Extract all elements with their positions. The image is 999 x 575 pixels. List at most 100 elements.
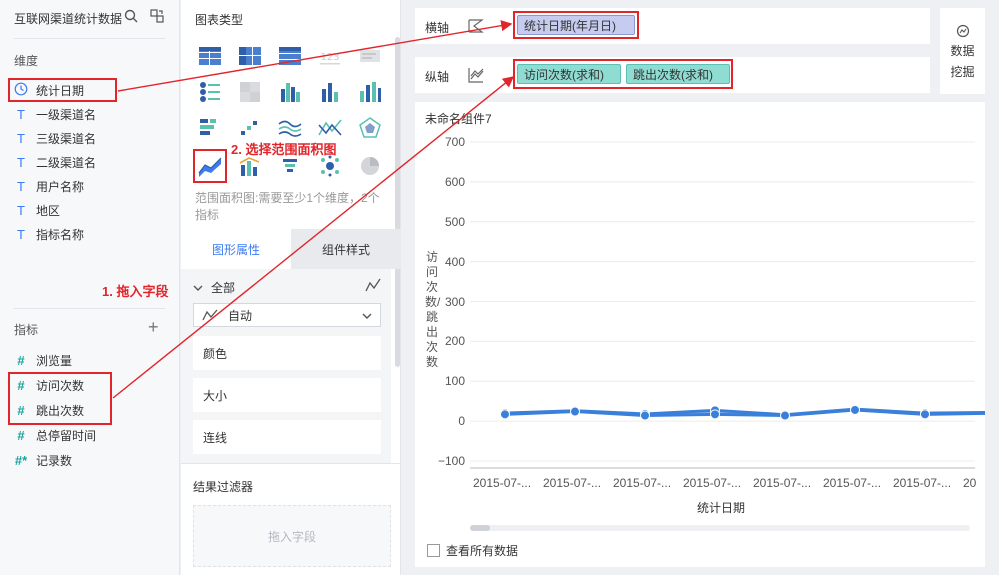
measure-field[interactable]: #* 记录数	[14, 449, 72, 471]
x-axis-sort-icon[interactable]	[467, 17, 485, 38]
data-point	[920, 409, 930, 420]
field-label: 用户名称	[36, 179, 85, 194]
text-card-icon[interactable]	[357, 43, 383, 69]
field-label: 记录数	[36, 453, 73, 468]
line-shape-icon	[202, 309, 218, 321]
x-tick-label: 2015-07-...	[823, 476, 882, 490]
dimension-field[interactable]: T 一级渠道名	[14, 103, 96, 125]
measure-field[interactable]: # 总停留时间	[14, 424, 96, 446]
x-tick-label: 2015-07-...	[753, 476, 812, 490]
x-tick-label: 2015-07-...	[893, 476, 952, 490]
dimension-field[interactable]: T 二级渠道名	[14, 151, 96, 173]
data-point	[780, 410, 790, 421]
table-chart-icon[interactable]	[197, 43, 223, 69]
tab-graphic-properties[interactable]: 图形属性	[181, 229, 291, 269]
radar-icon[interactable]	[357, 115, 383, 141]
y-axis-row: 纵轴 访问次数(求和) 跳出次数(求和)	[415, 57, 930, 93]
x-tick-label: 2015-07-...	[613, 476, 672, 490]
line-property[interactable]: 连线	[193, 420, 381, 454]
line-chart-icon[interactable]	[277, 115, 303, 141]
chart-plot	[470, 141, 985, 469]
text-type-icon: T	[17, 178, 25, 194]
chart-component: 未命名组件7 访问次数/跳出次数 700 600 500 400 300 200 100 0−…	[415, 102, 985, 567]
text-type-icon: T	[17, 202, 25, 218]
graphic-properties-panel: 全部 自动 颜色 大小 连线	[181, 269, 391, 464]
text-type-icon: T	[17, 130, 25, 146]
field-label: 浏览量	[36, 353, 73, 368]
annotation-step-1: 1. 拖入字段	[102, 284, 169, 299]
property-tabs: 图形属性 组件样式	[181, 229, 401, 269]
y-axis-field-pill-visits[interactable]: 访问次数(求和)	[517, 64, 621, 84]
dimension-field[interactable]: T 三级渠道名	[14, 127, 96, 149]
range-area-chart-icon[interactable]	[193, 149, 227, 183]
data-point	[710, 409, 720, 420]
y-axis-label: 纵轴	[425, 70, 450, 84]
data-point	[570, 406, 580, 417]
tab-component-style[interactable]: 组件样式	[291, 229, 401, 269]
search-icon[interactable]	[124, 9, 138, 23]
show-all-checkbox[interactable]	[427, 544, 440, 557]
text-type-icon: T	[17, 226, 25, 242]
field-label: 一级渠道名	[36, 107, 97, 122]
field-label: 指标名称	[36, 227, 85, 242]
crosstab-chart-icon[interactable]	[237, 43, 263, 69]
x-tick-label: 2015-07-...	[543, 476, 602, 490]
detail-table-icon[interactable]	[277, 43, 303, 69]
x-axis-title: 统计日期	[697, 501, 746, 515]
chart-horizontal-scrollbar[interactable]	[470, 525, 970, 531]
mining-icon	[956, 24, 969, 38]
x-tick-label: 20	[963, 476, 977, 490]
line-type-icon[interactable]	[365, 277, 381, 296]
dimension-field[interactable]: T 指标名称	[14, 223, 84, 245]
x-tick-label: 2015-07-...	[683, 476, 742, 490]
highlight-stat-date	[8, 78, 117, 102]
field-label: 总停留时间	[36, 428, 97, 443]
text-type-icon: T	[17, 106, 25, 122]
dataset-title: 互联网渠道统计数据	[14, 12, 123, 26]
kpi-number-icon[interactable]: 123	[317, 43, 343, 69]
data-mining-button[interactable]: 数据 挖掘	[940, 8, 985, 94]
dimension-section-label: 维度	[14, 54, 39, 68]
y-axis-line-icon[interactable]	[467, 66, 485, 87]
y-axis-field-pill-bounces[interactable]: 跳出次数(求和)	[626, 64, 730, 84]
pie-chart-icon[interactable]	[357, 153, 383, 179]
column-chart-icon[interactable]	[317, 79, 343, 105]
grouped-bar-icon[interactable]	[277, 79, 303, 105]
scrollbar-thumb[interactable]	[470, 525, 490, 531]
show-all-label: 查看所有数据	[446, 544, 519, 558]
measure-section-label: 指标	[14, 323, 39, 337]
x-axis-field-pill[interactable]: 统计日期(年月日)	[517, 15, 635, 35]
highlight-measures	[8, 372, 112, 425]
chart-type-label: 图表类型	[195, 13, 244, 27]
all-series-toggle[interactable]: 全部	[193, 279, 235, 296]
x-tick-label: 2015-07-...	[473, 476, 532, 490]
chevron-down-icon	[362, 313, 372, 319]
vertical-scrollbar[interactable]	[395, 37, 400, 367]
multi-line-icon[interactable]	[317, 115, 343, 141]
svg-text:123: 123	[320, 52, 339, 63]
number-type-icon: #	[17, 427, 25, 443]
stacked-column-icon[interactable]	[357, 79, 383, 105]
heatmap-disabled-icon[interactable]	[237, 79, 263, 105]
scatter-icon[interactable]	[237, 115, 263, 141]
x-axis-label: 横轴	[425, 21, 450, 35]
shape-type-select[interactable]: 自动	[193, 303, 381, 327]
dimension-field[interactable]: T 地区	[14, 199, 60, 221]
bar-chart-icon[interactable]	[197, 115, 223, 141]
annotation-step-2: 2. 选择范围面积图	[231, 142, 337, 157]
add-measure-icon[interactable]: +	[148, 318, 159, 336]
dimension-field[interactable]: T 用户名称	[14, 175, 84, 197]
chart-config-panel: 图表类型 123 范围面积图:需要至少1个维度，2个指标 图形属性 组件样式 全…	[181, 0, 401, 575]
number-type-icon: #*	[14, 452, 28, 468]
size-property[interactable]: 大小	[193, 378, 381, 412]
show-all-data-option[interactable]: 查看所有数据	[427, 542, 518, 559]
kpi-dots-icon[interactable]	[197, 79, 223, 105]
text-type-icon: T	[17, 154, 25, 170]
switch-dataset-icon[interactable]	[150, 9, 164, 23]
filter-drop-zone[interactable]: 拖入字段	[193, 505, 391, 567]
measure-field[interactable]: # 浏览量	[14, 349, 72, 371]
color-property[interactable]: 颜色	[193, 336, 381, 370]
all-label: 全部	[211, 281, 236, 295]
mining-label-line1: 数据	[950, 44, 975, 58]
data-point	[850, 404, 860, 415]
